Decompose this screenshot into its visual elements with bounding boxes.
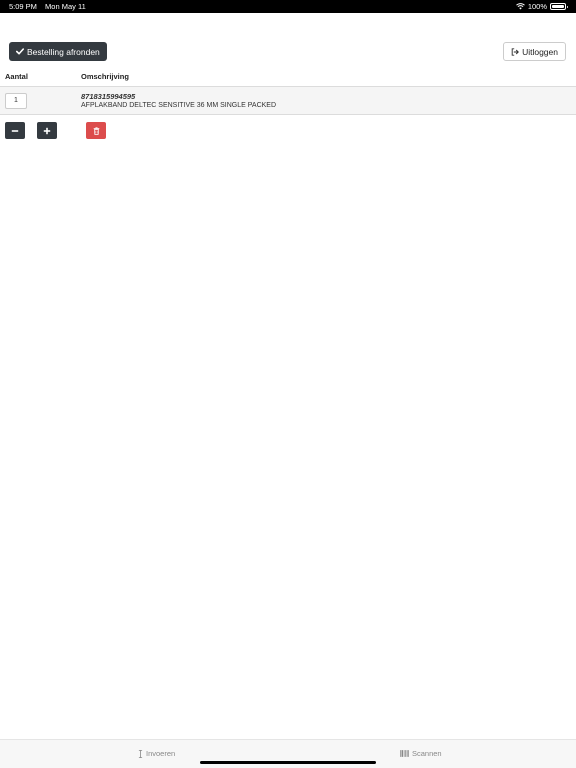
status-right: 100% xyxy=(515,0,568,13)
decrease-quantity-button[interactable] xyxy=(5,122,25,139)
status-date: Mon May 11 xyxy=(45,2,86,11)
plus-icon xyxy=(43,127,51,134)
status-bar: 5:09 PM Mon May 11 100% xyxy=(0,0,576,13)
finish-order-label: Bestelling afronden xyxy=(27,46,100,57)
battery-percent: 100% xyxy=(527,2,547,11)
tab-invoeren[interactable]: Invoeren xyxy=(138,749,175,758)
column-header-description: Omschrijving xyxy=(81,72,129,81)
logout-label: Uitloggen xyxy=(522,46,558,57)
minus-icon xyxy=(11,129,19,132)
product-code: 8718315994595 xyxy=(81,92,136,101)
bottom-tab-bar: Invoeren Scannen xyxy=(0,739,576,768)
tab-scannen-label: Scannen xyxy=(412,749,442,758)
logout-button[interactable]: Uitloggen xyxy=(503,42,566,61)
increase-quantity-button[interactable] xyxy=(37,122,57,139)
text-cursor-icon xyxy=(138,749,143,758)
tab-scannen[interactable]: Scannen xyxy=(400,749,442,758)
tab-invoeren-label: Invoeren xyxy=(146,749,176,758)
sign-out-icon xyxy=(511,47,520,56)
delete-item-button[interactable] xyxy=(86,122,106,139)
status-left: 5:09 PM Mon May 11 xyxy=(9,0,86,13)
column-header-quantity: Aantal xyxy=(5,72,28,81)
status-time: 5:09 PM xyxy=(9,2,37,11)
battery-icon xyxy=(550,3,568,10)
product-description: AFPLAKBAND DELTEC SENSITIVE 36 MM SINGLE… xyxy=(81,102,277,109)
trash-icon xyxy=(93,126,99,135)
check-icon xyxy=(16,48,24,55)
barcode-icon xyxy=(400,750,409,757)
finish-order-button[interactable]: Bestelling afronden xyxy=(9,42,107,61)
table-row: 1 8718315994595 AFPLAKBAND DELTEC SENSIT… xyxy=(0,86,576,115)
wifi-icon xyxy=(515,3,525,10)
quantity-input[interactable]: 1 xyxy=(5,93,27,109)
home-indicator[interactable] xyxy=(200,761,376,764)
